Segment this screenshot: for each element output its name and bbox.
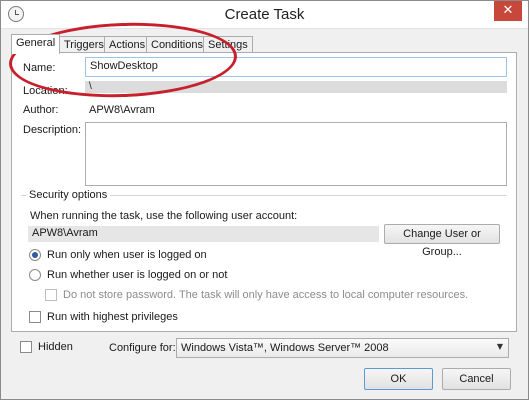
configure-for-value: Windows Vista™, Windows Server™ 2008 (181, 342, 389, 354)
ok-button[interactable]: OK (364, 368, 433, 390)
configure-for-select[interactable]: Windows Vista™, Windows Server™ 2008 ▼ (176, 338, 509, 358)
location-field (85, 81, 507, 93)
no-store-password-checkbox[interactable] (45, 289, 57, 301)
create-task-dialog: Create Task ✕ General Triggers Actions C… (0, 0, 529, 400)
user-account-field: APW8\Avram (28, 226, 379, 242)
hidden-checkbox[interactable] (20, 341, 32, 353)
configure-for-label: Configure for: (109, 342, 176, 354)
account-prompt: When running the task, use the following… (30, 210, 298, 222)
highest-privileges-checkbox[interactable] (29, 311, 41, 323)
security-options-heading: Security options (26, 189, 111, 201)
tab-general[interactable]: General (11, 34, 61, 54)
chevron-down-icon: ▼ (496, 342, 503, 351)
location-label: Location: (23, 85, 68, 97)
security-group-title: Security options (26, 189, 111, 201)
hidden-label: Hidden (38, 341, 73, 353)
author-value: APW8\Avram (89, 104, 155, 116)
run-logged-on-label: Run only when user is logged on (47, 249, 207, 261)
tab-triggers[interactable]: Triggers (59, 36, 109, 53)
name-input[interactable]: ShowDesktop (85, 57, 507, 77)
close-button[interactable]: ✕ (494, 1, 522, 21)
description-input[interactable] (85, 122, 507, 186)
run-whether-logged-label: Run whether user is logged on or not (47, 269, 228, 281)
name-label: Name: (23, 62, 56, 74)
tab-settings[interactable]: Settings (203, 36, 253, 53)
highest-privileges-label: Run with highest privileges (47, 311, 178, 323)
cancel-button[interactable]: Cancel (442, 368, 511, 390)
no-store-password-label: Do not store password. The task will onl… (63, 289, 469, 301)
change-user-button[interactable]: Change User or Group... (384, 224, 500, 258)
author-label: Author: (23, 104, 59, 116)
run-logged-on-radio[interactable] (29, 249, 41, 261)
location-value: \ (89, 81, 92, 92)
window-title: Create Task (224, 6, 305, 23)
tab-actions[interactable]: Actions (104, 36, 151, 53)
title-bar: Create Task ✕ (1, 1, 528, 29)
description-label: Description: (23, 124, 82, 136)
run-whether-logged-radio[interactable] (29, 269, 41, 281)
tab-conditions[interactable]: Conditions (146, 36, 208, 53)
